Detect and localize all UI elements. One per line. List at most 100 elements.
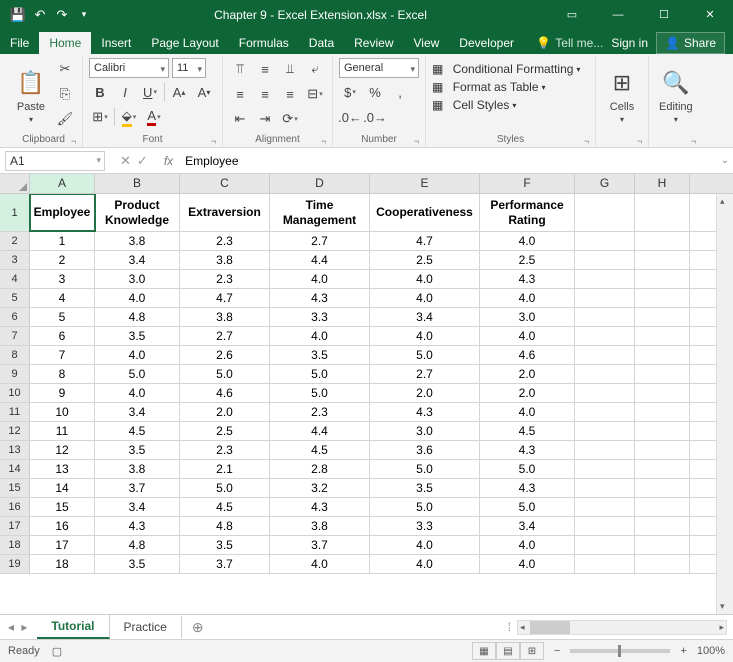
expand-formula-bar-icon[interactable]: ⌄ <box>717 155 733 166</box>
cell[interactable]: 4.3 <box>270 289 370 307</box>
cell[interactable]: 5.0 <box>270 365 370 383</box>
cell[interactable]: 4.0 <box>270 555 370 573</box>
cell[interactable]: Employee <box>30 194 95 231</box>
cell[interactable]: 2.3 <box>270 403 370 421</box>
cell[interactable]: 4.0 <box>370 555 480 573</box>
cell[interactable]: 4.3 <box>480 479 575 497</box>
cell[interactable]: Performance Rating <box>480 194 575 231</box>
cell[interactable]: 4.8 <box>95 308 180 326</box>
cell[interactable]: 3.5 <box>95 441 180 459</box>
save-icon[interactable]: 💾 <box>10 7 26 23</box>
cell[interactable]: 4.0 <box>370 536 480 554</box>
zoom-in-button[interactable]: + <box>680 645 686 657</box>
horizontal-scrollbar[interactable] <box>517 620 727 635</box>
cell[interactable]: 5.0 <box>180 479 270 497</box>
formula-bar[interactable] <box>179 152 717 170</box>
cell[interactable]: 2.0 <box>370 384 480 402</box>
cell[interactable]: 2.5 <box>480 251 575 269</box>
cell[interactable]: 2.6 <box>180 346 270 364</box>
cell[interactable] <box>575 479 635 497</box>
align-bottom-button[interactable]: ⫫ <box>279 58 301 80</box>
conditional-formatting-button[interactable]: ▦ Conditional Formatting▾ <box>432 62 580 76</box>
cell[interactable]: 4.5 <box>270 441 370 459</box>
cell[interactable]: 3.3 <box>370 517 480 535</box>
page-break-view-button[interactable]: ⊞ <box>520 642 544 660</box>
column-header-F[interactable]: F <box>480 174 575 193</box>
cell[interactable] <box>575 422 635 440</box>
cell[interactable] <box>635 232 690 250</box>
cell[interactable]: 5.0 <box>270 384 370 402</box>
number-format-select[interactable]: General <box>339 58 419 78</box>
cell[interactable]: 3.4 <box>95 403 180 421</box>
tab-developer[interactable]: Developer <box>449 32 524 54</box>
cell[interactable]: 3.5 <box>95 555 180 573</box>
wrap-text-button[interactable]: ⤶ <box>304 58 326 80</box>
cell[interactable] <box>635 460 690 478</box>
cell[interactable]: 2.0 <box>480 365 575 383</box>
sheet-nav-buttons[interactable]: ◂ ▸ <box>0 620 37 634</box>
row-header[interactable]: 19 <box>0 555 30 573</box>
cell[interactable]: 2.1 <box>180 460 270 478</box>
sheet-tab-tutorial[interactable]: Tutorial <box>37 615 109 639</box>
align-right-button[interactable]: ≡ <box>279 83 301 105</box>
cell[interactable]: 3.7 <box>270 536 370 554</box>
cell[interactable] <box>635 498 690 516</box>
name-box[interactable]: A1 <box>5 151 105 171</box>
row-header[interactable]: 1 <box>0 194 30 231</box>
align-middle-button[interactable]: ≡ <box>254 58 276 80</box>
increase-indent-button[interactable]: ⇥ <box>254 108 276 130</box>
cell[interactable]: 4.0 <box>480 555 575 573</box>
column-header-C[interactable]: C <box>180 174 270 193</box>
row-header[interactable]: 5 <box>0 289 30 307</box>
cell[interactable]: 4.3 <box>95 517 180 535</box>
tell-me-search[interactable]: 💡 Tell me... <box>536 36 603 50</box>
cell[interactable] <box>635 251 690 269</box>
cell[interactable]: 3.7 <box>95 479 180 497</box>
column-header-A[interactable]: A <box>30 174 95 193</box>
cell[interactable]: 3.4 <box>370 308 480 326</box>
cell[interactable]: 2.0 <box>480 384 575 402</box>
add-sheet-button[interactable]: ⊕ <box>182 619 214 636</box>
grow-font-button[interactable]: A▴ <box>168 81 190 103</box>
zoom-out-button[interactable]: − <box>554 645 560 657</box>
row-header[interactable]: 8 <box>0 346 30 364</box>
cell[interactable]: 9 <box>30 384 95 402</box>
sheet-tab-practice[interactable]: Practice <box>110 616 182 638</box>
column-header-H[interactable]: H <box>635 174 690 193</box>
cell[interactable] <box>575 251 635 269</box>
cell[interactable]: 5.0 <box>370 346 480 364</box>
cell[interactable] <box>635 289 690 307</box>
percent-button[interactable]: % <box>364 81 386 103</box>
cell[interactable]: 11 <box>30 422 95 440</box>
row-header[interactable]: 9 <box>0 365 30 383</box>
cell[interactable]: 4.3 <box>370 403 480 421</box>
spreadsheet-grid[interactable]: ABCDEFGH 1EmployeeProduct KnowledgeExtra… <box>0 174 733 614</box>
cell[interactable]: 4.0 <box>480 327 575 345</box>
cell[interactable] <box>635 308 690 326</box>
font-size-select[interactable]: 11 <box>172 58 206 78</box>
cell[interactable]: 3.6 <box>370 441 480 459</box>
redo-icon[interactable]: ↷ <box>54 7 70 23</box>
align-left-button[interactable]: ≡ <box>229 83 251 105</box>
cell[interactable]: 3.8 <box>270 517 370 535</box>
format-painter-button[interactable]: 🖌 <box>54 108 76 130</box>
cell[interactable]: 10 <box>30 403 95 421</box>
fx-icon[interactable]: fx <box>158 154 179 168</box>
cell[interactable]: 4.0 <box>370 270 480 288</box>
select-all-corner[interactable] <box>0 174 30 193</box>
font-color-button[interactable]: A <box>143 106 165 128</box>
cell[interactable]: 3.8 <box>180 251 270 269</box>
cell[interactable]: 18 <box>30 555 95 573</box>
cell[interactable]: 17 <box>30 536 95 554</box>
cell[interactable]: 4.7 <box>370 232 480 250</box>
cell[interactable]: 3.7 <box>180 555 270 573</box>
cell[interactable]: Product Knowledge <box>95 194 180 231</box>
bold-button[interactable]: B <box>89 81 111 103</box>
cell[interactable]: 4.0 <box>480 232 575 250</box>
row-header[interactable]: 12 <box>0 422 30 440</box>
cell[interactable]: 3 <box>30 270 95 288</box>
undo-icon[interactable]: ↶ <box>32 7 48 23</box>
merge-button[interactable]: ⊟ <box>304 83 326 105</box>
page-layout-view-button[interactable]: ▤ <box>496 642 520 660</box>
cell[interactable]: Time Management <box>270 194 370 231</box>
